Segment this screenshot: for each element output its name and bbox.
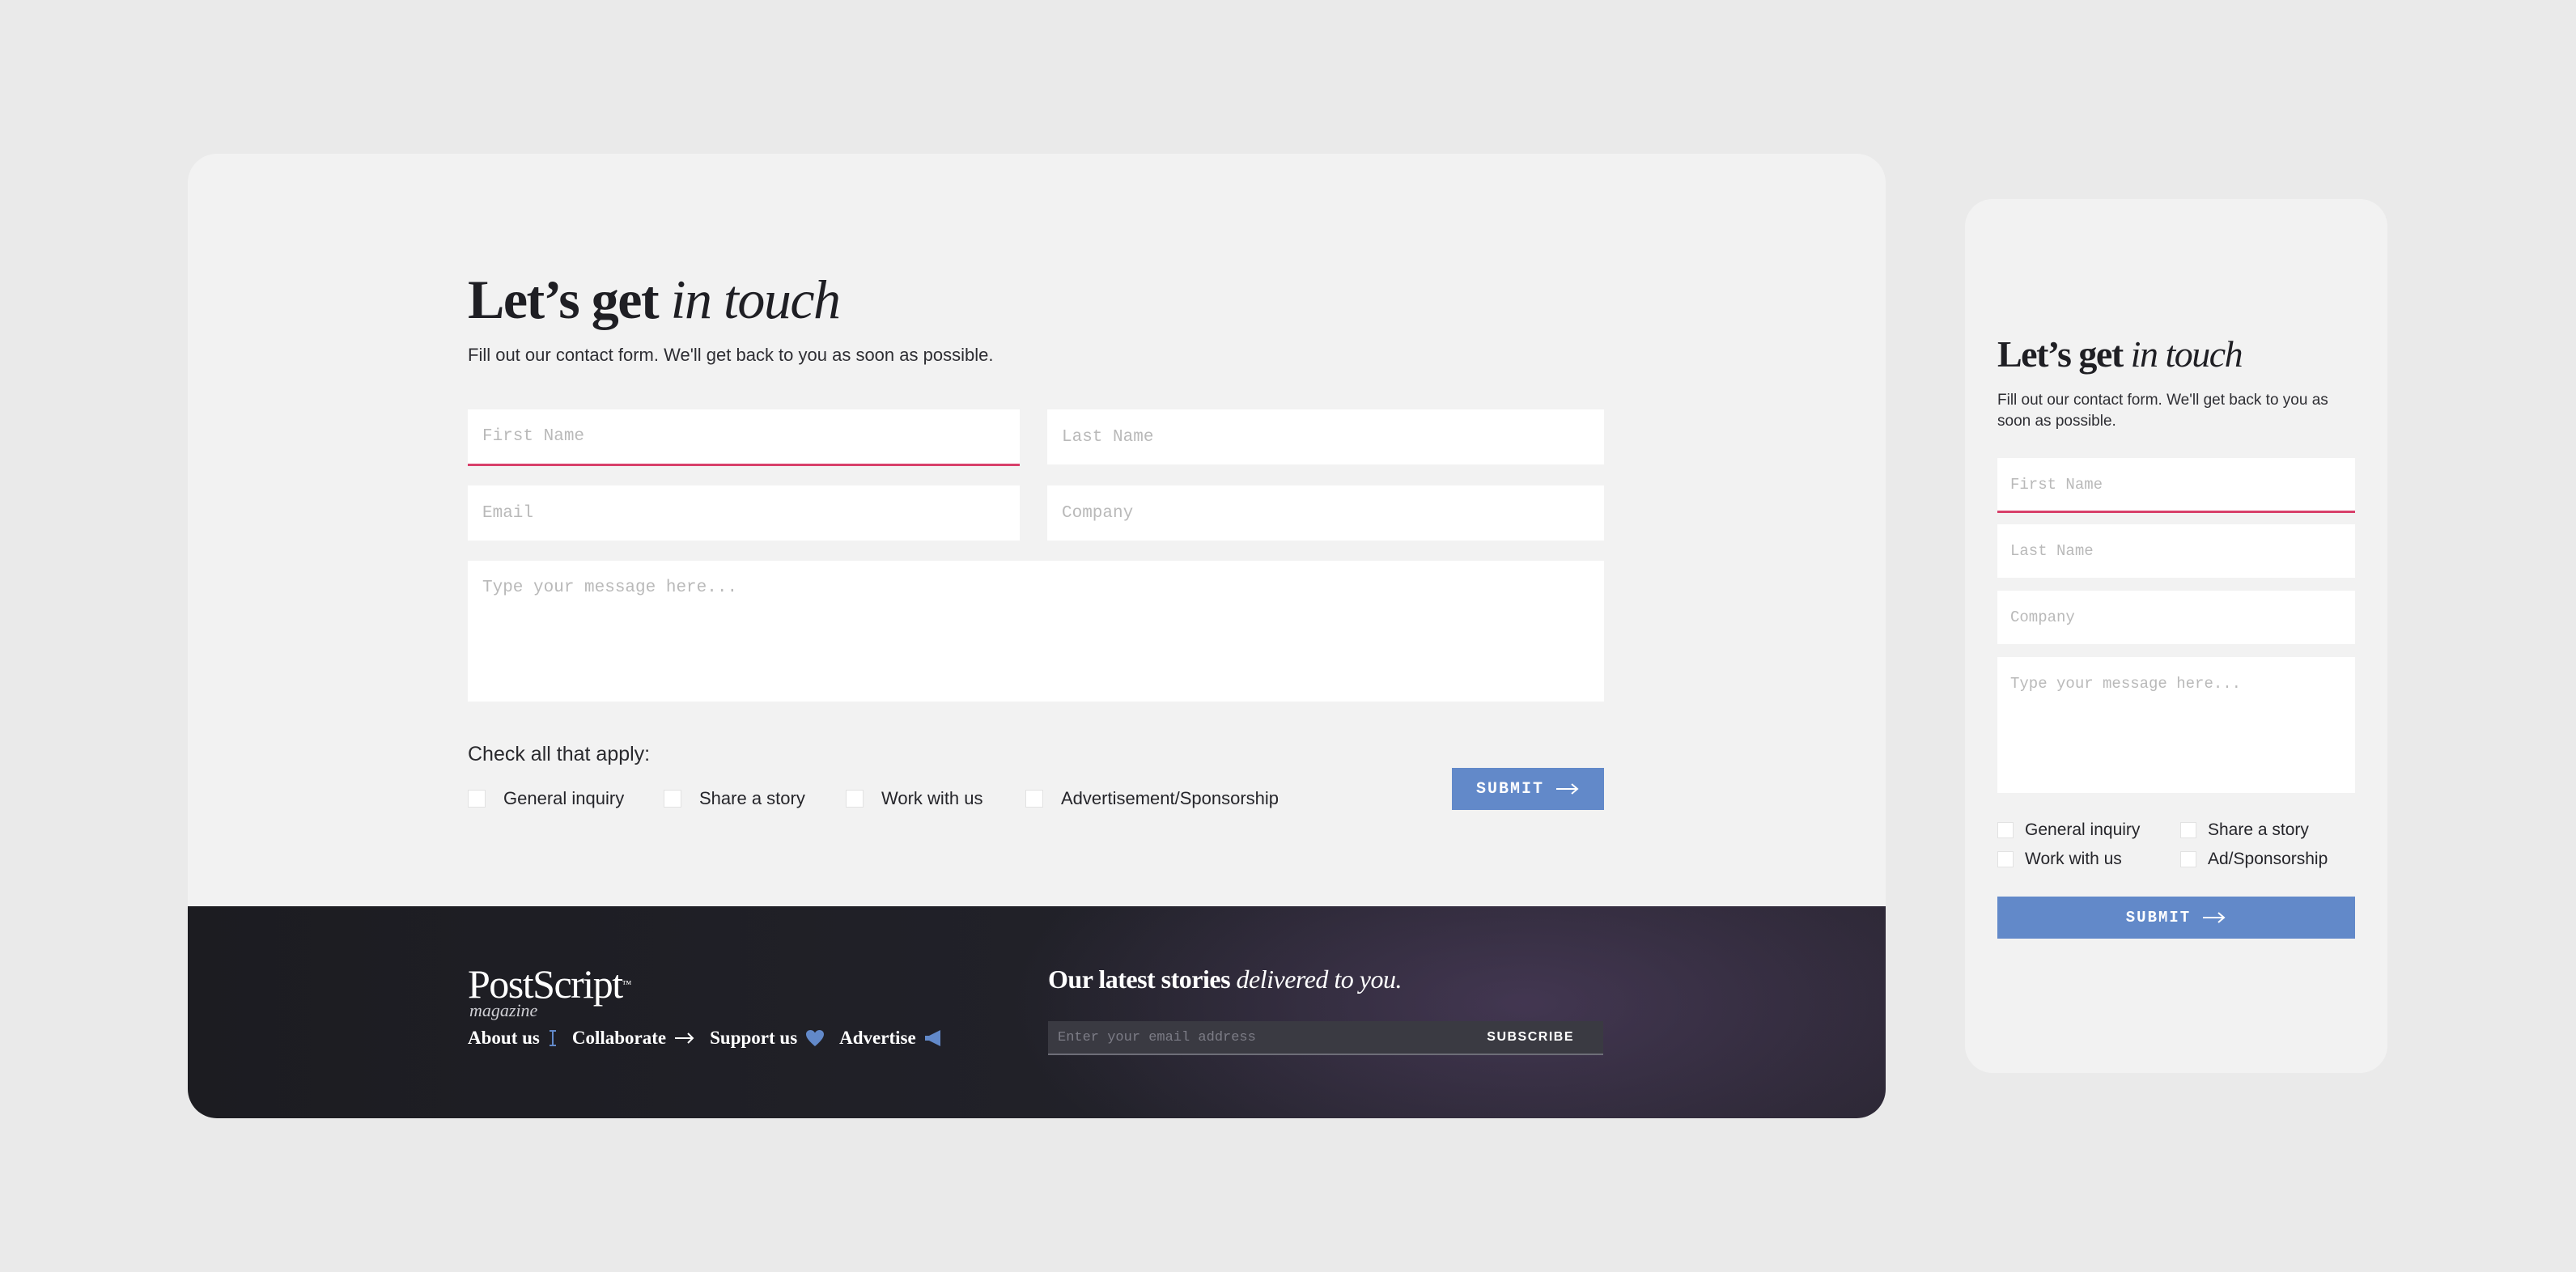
company-placeholder: Company [2010,608,2075,626]
footer-link-collaborate[interactable]: Collaborate [572,1028,695,1049]
footer-links: About us Collaborate Support us Advertis… [468,1028,958,1049]
mobile-first-name-input[interactable]: First Name [1997,458,2355,513]
last-name-input[interactable]: Last Name [1047,409,1604,464]
arrow-right-icon [2203,912,2226,923]
mobile-submit-button[interactable]: SUBMIT [1997,897,2355,939]
checkbox-work-with-us[interactable]: Work with us [846,788,983,809]
submit-label: SUBMIT [1475,779,1544,799]
checkbox-general-inquiry[interactable]: General inquiry [468,788,624,809]
first-name-input[interactable]: First Name [468,409,1020,466]
mobile-checkbox-work-with-us[interactable]: Work with us [1997,850,2122,869]
arrow-right-icon [674,1032,695,1045]
message-placeholder: Type your message here... [2010,675,2242,693]
checkbox-label: General inquiry [2025,820,2141,839]
checkbox-box[interactable] [2180,822,2196,838]
mobile-contact-card: Let’s get in touch Fill out our contact … [1965,199,2387,1073]
submit-label: SUBMIT [2125,909,2192,926]
newsletter-title: Our latest stories delivered to you. [1048,965,1402,994]
checkbox-box[interactable] [1997,822,2014,838]
footer-link-label: Advertise [839,1028,916,1048]
checkbox-label: Share a story [699,788,805,808]
page-subtitle: Fill out our contact form. We'll get bac… [468,345,994,365]
footer-link-support[interactable]: Support us [710,1028,825,1049]
subscribe-button[interactable]: SUBSCRIBE [1487,1030,1603,1045]
submit-button[interactable]: SUBMIT [1452,768,1604,810]
mobile-page-title: Let’s get in touch [1997,332,2243,377]
footer-link-label: Collaborate [571,1028,667,1048]
email-placeholder: Email [482,503,534,523]
title-bold: Let’s get [1997,333,2124,375]
mobile-checkbox-ad-sponsorship[interactable]: Ad/Sponsorship [2180,850,2328,869]
cursor-icon [548,1029,558,1047]
message-placeholder: Type your message here... [482,579,738,597]
footer-link-label: About us [468,1028,540,1048]
logo-subtitle: magazine [469,1000,538,1020]
first-name-placeholder: First Name [2010,475,2103,494]
checkbox-share-story[interactable]: Share a story [664,788,805,809]
last-name-placeholder: Last Name [1062,427,1154,447]
mobile-checkbox-general-inquiry[interactable]: General inquiry [1997,820,2140,840]
footer-link-label: Support us [710,1028,798,1048]
checkbox-label: Work with us [2025,850,2122,868]
mobile-message-textarea[interactable]: Type your message here... [1997,657,2355,793]
checkbox-box[interactable] [2180,851,2196,867]
first-name-placeholder: First Name [482,427,585,446]
message-textarea[interactable]: Type your message here... [468,561,1604,702]
email-input[interactable]: Email [468,485,1020,541]
checkbox-box[interactable] [1025,790,1043,808]
title-bold: Let’s get [468,269,660,330]
mobile-checkbox-share-story[interactable]: Share a story [2180,820,2309,840]
checkbox-label: Advertisement/Sponsorship [1061,788,1280,808]
checkbox-label: Work with us [881,788,983,808]
postscript-logo[interactable]: PostScript™ magazine [468,963,632,1020]
newsletter-title-bold: Our latest stories [1048,965,1231,994]
newsletter-form: Enter your email address SUBSCRIBE [1048,1021,1603,1055]
title-italic: in touch [670,269,841,330]
title-italic: in touch [2130,333,2243,375]
checkbox-box[interactable] [468,790,486,808]
checkbox-label: Share a story [2208,820,2309,839]
checkbox-advertisement[interactable]: Advertisement/Sponsorship [1025,788,1279,809]
megaphone-icon [924,1029,944,1047]
newsletter-email-input[interactable]: Enter your email address [1048,1030,1256,1045]
newsletter-title-italic: delivered to you. [1236,965,1403,994]
footer-link-about[interactable]: About us [468,1028,558,1049]
desktop-contact-card: Let’s get in touch Fill out our contact … [188,154,1886,1118]
check-title: Check all that apply: [468,743,651,765]
checkbox-box[interactable] [664,790,681,808]
arrow-right-icon [1556,783,1579,795]
company-placeholder: Company [1062,503,1134,523]
footer: PostScript™ magazine About us Collaborat… [188,906,1886,1118]
checkbox-label: General inquiry [503,788,625,808]
checkbox-label: Ad/Sponsorship [2208,850,2328,868]
last-name-placeholder: Last Name [2010,542,2094,560]
mobile-page-subtitle: Fill out our contact form. We'll get bac… [1997,392,2328,430]
checkbox-box[interactable] [846,790,864,808]
logo-tm: ™ [622,978,632,990]
checkbox-box[interactable] [1997,851,2014,867]
heart-icon [805,1029,825,1047]
mobile-last-name-input[interactable]: Last Name [1997,524,2355,578]
mobile-company-input[interactable]: Company [1997,591,2355,644]
footer-link-advertise[interactable]: Advertise [839,1028,944,1049]
company-input[interactable]: Company [1047,485,1604,541]
page-title: Let’s get in touch [468,267,841,332]
